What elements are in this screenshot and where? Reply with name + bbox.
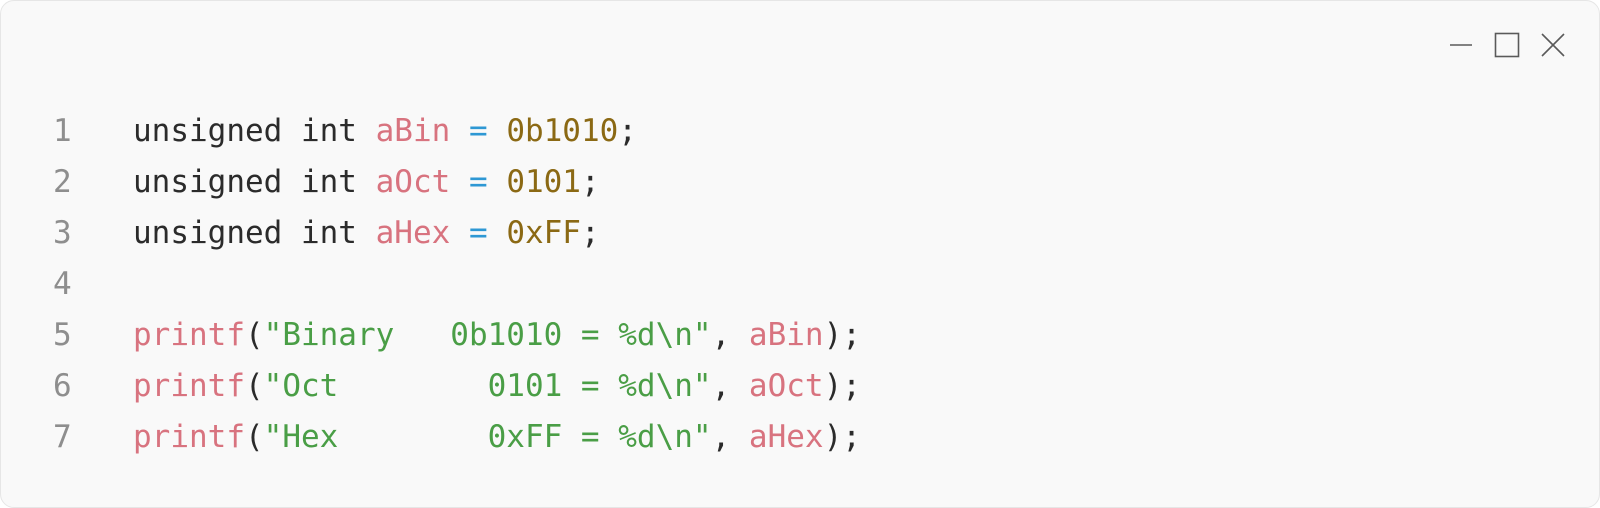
code-token-plain: ; bbox=[580, 215, 600, 251]
code-token-num: 0xFF bbox=[506, 215, 581, 251]
code-token-fn: printf bbox=[133, 419, 245, 455]
code-line: 7 printf("Hex 0xFF = %d\n", aHex); bbox=[53, 412, 861, 463]
close-button[interactable] bbox=[1535, 29, 1571, 61]
code-line: 4 bbox=[53, 259, 861, 310]
line-number: 5 bbox=[53, 317, 72, 353]
code-token-fn: printf bbox=[133, 317, 245, 353]
code-token-str: "Oct 0101 = %d\n" bbox=[263, 368, 712, 404]
code-token-op: = bbox=[468, 164, 488, 200]
minimize-button[interactable] bbox=[1443, 29, 1479, 61]
code-token-plain: ); bbox=[823, 317, 861, 353]
close-icon bbox=[1540, 32, 1566, 58]
code-token-plain: ; bbox=[580, 164, 600, 200]
code-token-str: "Hex 0xFF = %d\n" bbox=[263, 419, 712, 455]
code-token-num: 0b1010 bbox=[506, 113, 619, 149]
code-token-plain: unsigned int bbox=[133, 164, 376, 200]
code-text: unsigned int aBin = 0b1010; bbox=[133, 106, 637, 157]
code-token-plain: , bbox=[711, 317, 749, 353]
line-number: 2 bbox=[53, 164, 72, 200]
code-text: unsigned int aHex = 0xFF; bbox=[133, 208, 600, 259]
maximize-button[interactable] bbox=[1489, 29, 1525, 61]
code-window: 1 unsigned int aBin = 0b1010; 2 unsigned in… bbox=[0, 0, 1600, 508]
code-token-plain: unsigned int bbox=[133, 215, 376, 251]
line-number: 1 bbox=[53, 113, 72, 149]
code-token-plain: ( bbox=[244, 419, 264, 455]
code-token-var: aOct bbox=[375, 164, 451, 200]
code-token-fn: printf bbox=[133, 368, 245, 404]
line-number: 3 bbox=[53, 215, 72, 251]
window-controls bbox=[1443, 29, 1571, 61]
code-line: 5 printf("Binary 0b1010 = %d\n", aBin); bbox=[53, 310, 861, 361]
code-token-var: aBin bbox=[748, 317, 824, 353]
code-token-plain: , bbox=[711, 419, 749, 455]
code-text: printf("Binary 0b1010 = %d\n", aBin); bbox=[133, 310, 861, 361]
code-token-str: "Binary 0b1010 = %d\n" bbox=[263, 317, 712, 353]
code-text: printf("Hex 0xFF = %d\n", aHex); bbox=[133, 412, 861, 463]
code-token-var: aBin bbox=[375, 113, 451, 149]
maximize-icon bbox=[1494, 32, 1520, 58]
code-line: 2 unsigned int aOct = 0101; bbox=[53, 157, 861, 208]
code-token-var: aHex bbox=[375, 215, 451, 251]
code-token-plain: ( bbox=[244, 317, 264, 353]
code-token-plain: unsigned int bbox=[133, 113, 376, 149]
minimize-icon bbox=[1448, 32, 1474, 58]
code-token-plain: ); bbox=[823, 419, 861, 455]
code-text: unsigned int aOct = 0101; bbox=[133, 157, 600, 208]
code-line: 3 unsigned int aHex = 0xFF; bbox=[53, 208, 861, 259]
code-token-op: = bbox=[468, 215, 488, 251]
code-token-op: = bbox=[468, 113, 488, 149]
code-text: printf("Oct 0101 = %d\n", aOct); bbox=[133, 361, 861, 412]
code-line: 1 unsigned int aBin = 0b1010; bbox=[53, 106, 861, 157]
code-token-plain: ( bbox=[244, 368, 264, 404]
line-number: 4 bbox=[53, 266, 72, 302]
line-number: 7 bbox=[53, 419, 72, 455]
code-token-plain: ; bbox=[618, 113, 637, 149]
line-number: 6 bbox=[53, 368, 72, 404]
code-token-num: 0101 bbox=[506, 164, 581, 200]
code-token-var: aHex bbox=[748, 419, 824, 455]
code-token-var: aOct bbox=[748, 368, 824, 404]
code-editor[interactable]: 1 unsigned int aBin = 0b1010; 2 unsigned in… bbox=[53, 106, 861, 463]
code-line: 6 printf("Oct 0101 = %d\n", aOct); bbox=[53, 361, 861, 412]
code-token-plain: , bbox=[711, 368, 749, 404]
code-token-plain: ); bbox=[823, 368, 861, 404]
